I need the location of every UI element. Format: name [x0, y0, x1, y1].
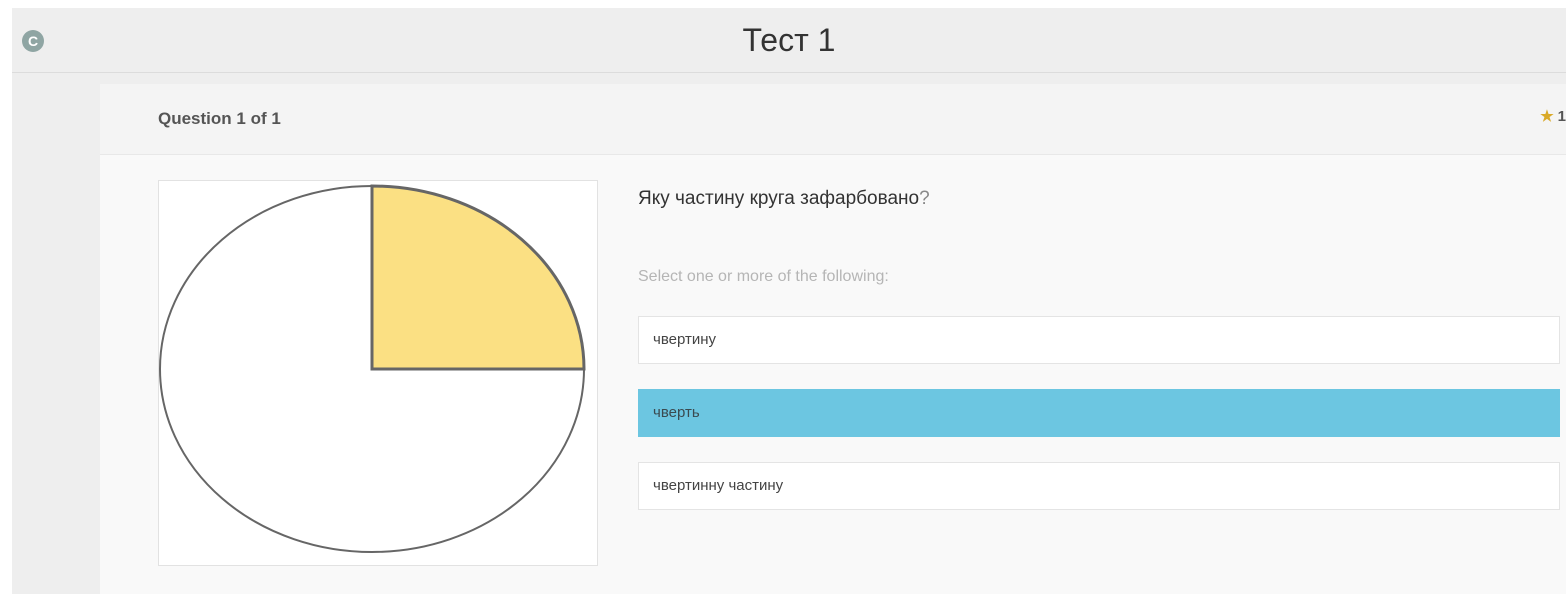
answer-option-2[interactable]: чверть: [638, 389, 1560, 437]
question-card: Question 1 of 1 ★ 1 Яку частину круга заф…: [100, 84, 1566, 594]
pie-figure: [159, 184, 586, 553]
shaded-quarter: [370, 184, 586, 371]
answer-option-label: чвертину: [653, 331, 717, 348]
answer-option-label: чвертинну частину: [653, 477, 784, 494]
question-mark: ?: [919, 188, 930, 209]
points-value: 1: [1557, 108, 1566, 125]
medal-icon: ★: [1540, 108, 1554, 125]
answer-option-3[interactable]: чвертинну частину: [638, 462, 1560, 510]
question-counter: Question 1 of 1: [158, 109, 281, 128]
instruction-text: Select one or more of the following:: [638, 268, 889, 285]
answer-option-label: чверть: [653, 404, 700, 421]
app-frame: C Тест 1 Question 1 of 1 ★ 1 Яку частину …: [12, 8, 1566, 594]
top-bar: C Тест 1: [12, 8, 1566, 73]
question-text: Яку частину круга зафарбовано?: [638, 188, 930, 210]
question-body: Яку частину круга зафарбовано: [638, 188, 920, 209]
question-image: [158, 180, 598, 566]
points-badge: ★ 1: [1540, 107, 1566, 125]
question-header: Question 1 of 1 ★ 1: [100, 84, 1566, 155]
page-title: Тест 1: [742, 22, 836, 58]
answer-option-1[interactable]: чвертину: [638, 316, 1560, 364]
